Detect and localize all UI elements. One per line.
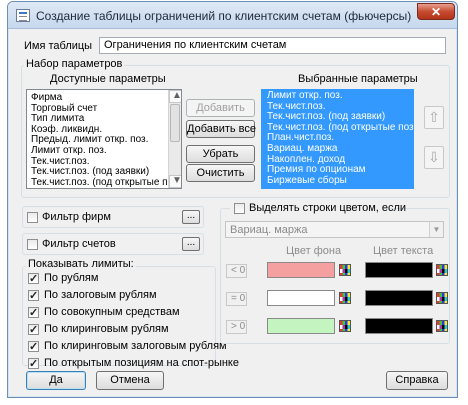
params-group-label: Набор параметров [24, 58, 125, 70]
close-button[interactable]: ✕ [417, 3, 455, 20]
available-param-item[interactable]: Тек.чист.поз. (под открытые по [29, 177, 173, 188]
limit-label: По открытым позициям на спот-рынке [44, 357, 239, 369]
remove-button[interactable]: Убрать [186, 145, 255, 163]
condition-label: > 0 [226, 320, 247, 334]
limit-checkbox[interactable]: ✓ [28, 290, 39, 302]
window-title: Создание таблицы ограничений по клиентск… [36, 9, 412, 23]
add-all-button[interactable]: Добавить все [186, 120, 256, 138]
title-bar[interactable]: Создание таблицы ограничений по клиентск… [8, 2, 457, 29]
limit-label: По рублям [44, 272, 99, 284]
selected-params-header: Выбранные параметры [298, 73, 418, 85]
limit-label: По клиринговым залоговым рублям [44, 340, 227, 352]
scroll-thumb[interactable] [170, 104, 180, 142]
limit-checkbox[interactable]: ✓ [28, 307, 39, 319]
available-list-scrollbar[interactable]: ▲ ▼ [168, 90, 181, 188]
text-palette-icon[interactable] [436, 320, 448, 332]
account-filter-checkbox[interactable] [27, 239, 38, 250]
available-param-item[interactable]: Лимит откр. поз. [29, 145, 170, 157]
limit-label: По залоговым рублям [44, 289, 157, 301]
move-up-arrow-icon[interactable]: ⇧ [424, 106, 444, 129]
add-button[interactable]: Добавить [186, 99, 255, 117]
ok-button[interactable]: Да [26, 371, 86, 390]
selected-param-item[interactable]: Лимит откр. поз. [265, 90, 413, 102]
available-params-header: Доступные параметры [50, 73, 166, 85]
highlight-rows-checkbox[interactable] [234, 203, 245, 214]
bg-palette-icon[interactable] [339, 292, 351, 304]
text-color-swatch[interactable] [365, 290, 433, 306]
move-down-arrow-icon[interactable]: ⇩ [424, 146, 444, 169]
table-name-input[interactable]: Ограничения по клиентским счетам [99, 37, 446, 54]
bg-palette-icon[interactable] [339, 264, 351, 276]
clear-button[interactable]: Очистить [186, 164, 255, 182]
text-palette-icon[interactable] [436, 292, 448, 304]
selected-param-item[interactable]: Биржевые сборы [265, 175, 413, 187]
highlight-field-select[interactable]: Вариац. маржа ▼ [225, 221, 444, 238]
firm-filter-browse-button[interactable]: ... [182, 210, 200, 224]
bg-color-header: Цвет фона [286, 245, 342, 257]
selected-param-item[interactable]: Вариац. маржа [265, 143, 413, 155]
bg-color-swatch[interactable] [267, 290, 335, 306]
limits-group-label: Показывать лимиты: [26, 258, 136, 270]
condition-label: = 0 [226, 292, 247, 306]
highlight-field-value: Вариац. маржа [230, 224, 308, 236]
cancel-button[interactable]: Отмена [96, 371, 164, 390]
scroll-down-arrow-icon[interactable]: ▼ [169, 175, 181, 188]
account-filter-label: Фильтр счетов [42, 238, 116, 250]
text-color-swatch[interactable] [365, 262, 433, 278]
chevron-down-icon[interactable]: ▼ [429, 222, 443, 237]
available-params-list[interactable]: Фирма Торговый счет Тип лимита Коэф. ликвид… [26, 89, 182, 189]
limit-label: По клиринговым рублям [44, 323, 169, 335]
firm-filter-checkbox[interactable] [27, 212, 38, 223]
help-button[interactable]: Справка [386, 371, 448, 390]
limit-checkbox[interactable]: ✓ [28, 341, 39, 353]
bg-color-swatch[interactable] [267, 318, 335, 334]
firm-filter-label: Фильтр фирм [42, 211, 111, 223]
scroll-up-arrow-icon[interactable]: ▲ [169, 90, 181, 103]
highlight-rows-label: Выделять строки цветом, если [249, 202, 407, 214]
selected-params-list[interactable]: Лимит откр. поз. Тек.чист.поз. Тек.чист.по… [261, 89, 414, 189]
account-filter-browse-button[interactable]: ... [182, 237, 200, 251]
text-color-header: Цвет текста [373, 245, 434, 257]
limit-checkbox[interactable]: ✓ [28, 324, 39, 336]
available-param-item[interactable]: Фирма [29, 92, 170, 104]
dialog-window: Создание таблицы ограничений по клиентск… [7, 1, 458, 398]
text-color-swatch[interactable] [365, 318, 433, 334]
text-palette-icon[interactable] [436, 264, 448, 276]
condition-label: < 0 [226, 264, 247, 278]
bg-color-swatch[interactable] [267, 262, 335, 278]
bg-palette-icon[interactable] [339, 320, 351, 332]
limit-checkbox[interactable]: ✓ [28, 358, 39, 370]
limit-label: По совокупным средствам [44, 306, 180, 318]
table-app-icon [16, 9, 30, 22]
table-name-label: Имя таблицы [24, 40, 93, 52]
limit-checkbox[interactable]: ✓ [28, 273, 39, 285]
